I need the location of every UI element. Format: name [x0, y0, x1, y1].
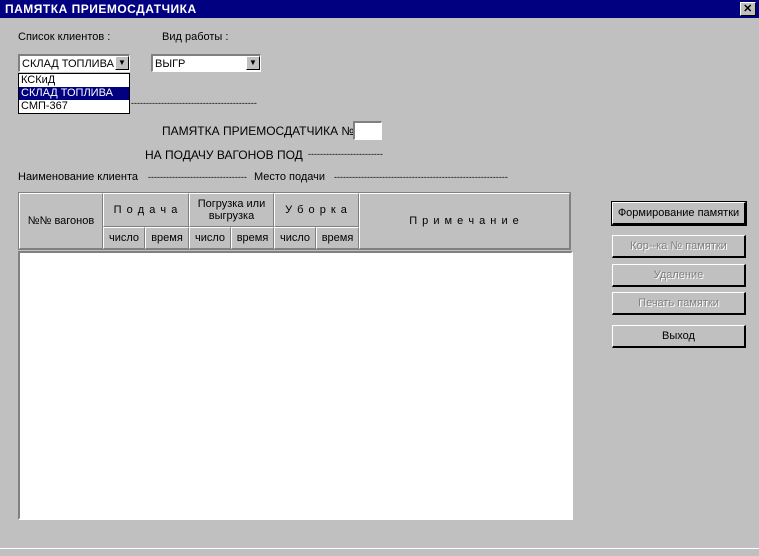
- col-cleanup-header: У б о р к а: [274, 193, 359, 227]
- delivery-dots: -------------------------: [308, 149, 383, 159]
- cleanup-time-header: время: [316, 227, 359, 249]
- col-wagons-header: №№ вагонов: [19, 193, 103, 249]
- title-bar: ПАМЯТКА ПРИЕМОСДАТЧИКА ✕: [0, 0, 759, 18]
- place-dots: ----------------------------------------…: [334, 172, 508, 182]
- clients-label: Список клиентов :: [18, 31, 111, 43]
- client-option[interactable]: СМП-367: [19, 100, 129, 113]
- col-notes-header: П р и м е ч а н и е: [359, 193, 570, 249]
- clients-dropdown-list[interactable]: КСКиД СКЛАД ТОПЛИВА СМП-367: [18, 73, 130, 114]
- loading-time-header: время: [231, 227, 274, 249]
- table-body[interactable]: [18, 251, 573, 520]
- work-type-combo[interactable]: ВЫГР ▼: [151, 54, 261, 72]
- delete-button[interactable]: Удаление: [612, 264, 746, 287]
- exit-button[interactable]: Выход: [612, 325, 746, 348]
- loading-count-header: число: [189, 227, 231, 249]
- col-delivery-header: П о д а ч а: [103, 193, 189, 227]
- col-loading-header: Погрузка или выгрузка: [189, 193, 274, 227]
- chevron-down-icon[interactable]: ▼: [115, 56, 129, 70]
- delivery-time-header: время: [145, 227, 189, 249]
- place-label: Место подачи: [254, 171, 325, 183]
- work-type-label: Вид работы :: [162, 31, 229, 43]
- table-header: №№ вагонов П о д а ч а число время Погру…: [18, 192, 571, 250]
- correct-memo-button[interactable]: Кор--ка № памятки: [612, 235, 746, 258]
- cleanup-count-header: число: [274, 227, 316, 249]
- memo-number-label: ПАМЯТКА ПРИЕМОСДАТЧИКА №: [162, 124, 355, 138]
- work-type-value: ВЫГР: [155, 58, 186, 70]
- client-name-label: Наименование клиента: [18, 171, 139, 183]
- close-icon[interactable]: ✕: [740, 2, 756, 16]
- clients-combo-value: СКЛАД ТОПЛИВА: [22, 58, 114, 70]
- chevron-down-icon[interactable]: ▼: [246, 56, 260, 70]
- delivery-count-header: число: [103, 227, 145, 249]
- window-title: ПАМЯТКА ПРИЕМОСДАТЧИКА: [5, 2, 197, 16]
- client-option-selected[interactable]: СКЛАД ТОПЛИВА: [19, 87, 129, 100]
- client-option[interactable]: КСКиД: [19, 74, 129, 87]
- client-name-dots: ---------------------------------: [148, 172, 247, 182]
- memo-number-input[interactable]: [353, 121, 382, 140]
- form-memo-button[interactable]: Формирование памятки: [611, 201, 747, 226]
- dotted-line: ----------------------------------------…: [131, 98, 257, 108]
- print-memo-button[interactable]: Печать памятки: [612, 292, 746, 315]
- clients-combo[interactable]: СКЛАД ТОПЛИВА ▼: [18, 54, 130, 72]
- delivery-label: НА ПОДАЧУ ВАГОНОВ ПОД: [145, 148, 303, 162]
